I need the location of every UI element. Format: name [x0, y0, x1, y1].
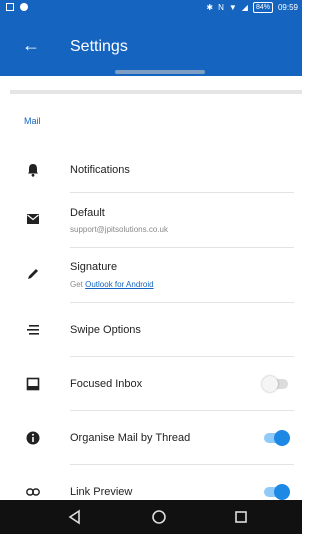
swipe-lines-icon [27, 325, 39, 335]
outlook-for-android-link[interactable]: Outlook for Android [85, 280, 153, 289]
divider [70, 302, 294, 303]
settings-row-default[interactable]: Default support@jpitsolutions.co.uk [0, 196, 302, 242]
row-label: Focused Inbox [70, 378, 143, 390]
wifi-icon: ▼ [228, 3, 237, 12]
settings-row-swipe-options[interactable]: Swipe Options [0, 310, 302, 350]
recents-nav-icon[interactable] [233, 509, 249, 525]
nfc-icon: N [218, 3, 224, 12]
screenshot-icon [6, 3, 14, 11]
section-header-mail: Mail [24, 116, 41, 126]
notification-icon [20, 3, 28, 11]
row-label: Notifications [70, 164, 130, 176]
section-separator [10, 90, 302, 94]
divider [70, 356, 294, 357]
row-label: Swipe Options [70, 324, 141, 336]
row-label: Link Preview [70, 486, 133, 498]
signal-icon: ◢ [241, 3, 248, 12]
bell-icon [28, 164, 38, 177]
sublabel-prefix: Get [70, 280, 86, 289]
row-sublabel: support@jpitsolutions.co.uk [70, 225, 168, 234]
toggle-knob [274, 484, 290, 500]
back-arrow-icon[interactable]: ← [22, 36, 40, 54]
home-nav-icon[interactable] [151, 509, 167, 525]
back-nav-icon[interactable] [67, 509, 83, 525]
envelope-icon [27, 214, 39, 224]
organise-thread-toggle[interactable] [264, 430, 290, 446]
settings-row-focused-inbox[interactable]: Focused Inbox [0, 364, 302, 404]
battery-indicator: 84% [252, 2, 273, 13]
pen-icon [28, 269, 38, 279]
bluetooth-icon: ✱ [206, 3, 214, 12]
toggle-knob [262, 376, 278, 392]
focused-inbox-toggle[interactable] [262, 376, 288, 392]
settings-row-organise-by-thread[interactable]: Organise Mail by Thread [0, 418, 302, 458]
settings-row-notifications[interactable]: Notifications [0, 150, 302, 190]
divider [70, 410, 294, 411]
page-title: Settings [70, 38, 128, 55]
info-icon [26, 431, 40, 445]
status-bar: ✱ N ▼ ◢ 84% 09:59 [0, 0, 302, 16]
link-preview-toggle[interactable] [264, 484, 290, 500]
toggle-knob [274, 430, 290, 446]
row-label: Organise Mail by Thread [70, 432, 191, 444]
settings-row-link-preview[interactable]: Link Preview [0, 472, 302, 500]
row-label: Signature [70, 261, 118, 273]
divider [70, 464, 294, 465]
app-bar: ← Settings [0, 16, 302, 76]
link-icon [26, 488, 40, 496]
row-sublabel: Get Outlook for Android [70, 280, 154, 289]
row-label: Default [70, 207, 105, 219]
divider [70, 247, 294, 248]
settings-row-signature[interactable]: Signature Get Outlook for Android [0, 250, 302, 298]
scrolled-header-remnant [115, 70, 205, 74]
inbox-icon [26, 377, 40, 391]
android-nav-bar [0, 500, 302, 534]
clock: 09:59 [277, 3, 298, 12]
divider [70, 192, 294, 193]
